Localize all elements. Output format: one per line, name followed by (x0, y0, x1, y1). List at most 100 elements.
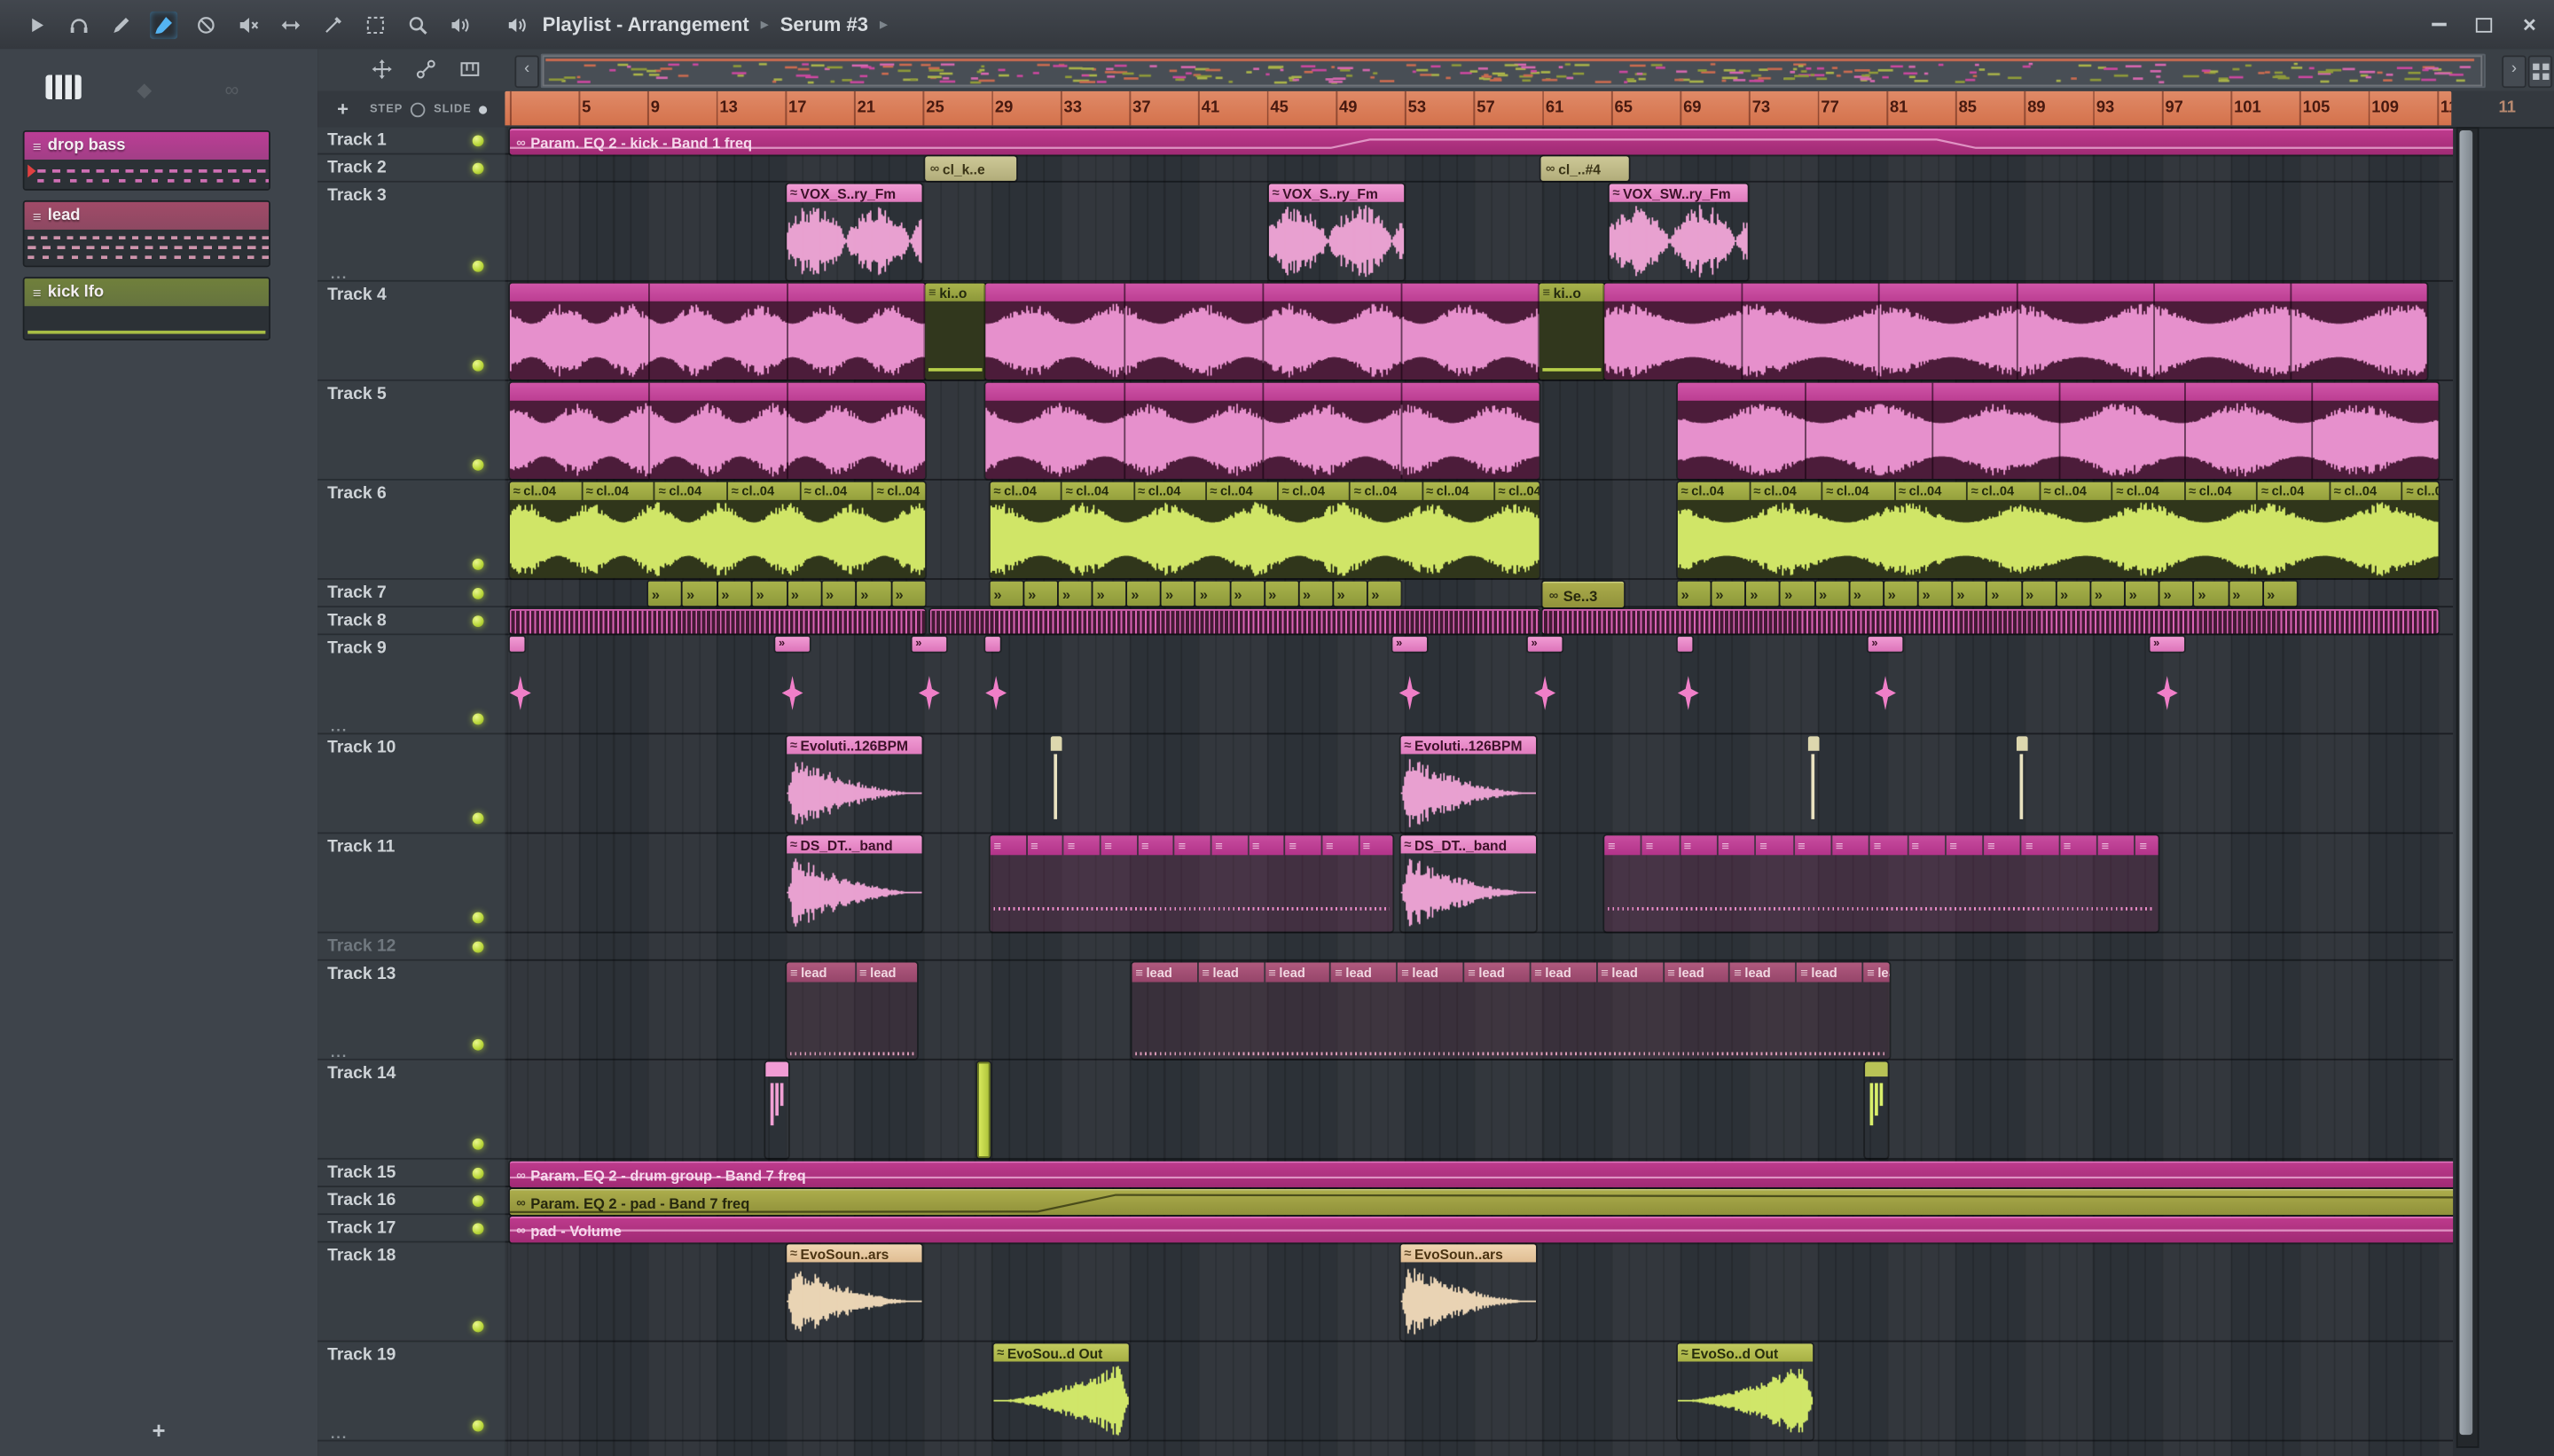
step-clip[interactable]: » (1127, 581, 1161, 607)
pattern-item-header[interactable]: ≡ drop bass (24, 131, 270, 160)
track-row[interactable]: Track 3... (317, 182, 505, 282)
mute-icon[interactable] (234, 11, 262, 38)
delete-icon[interactable] (192, 11, 220, 38)
track-led[interactable] (472, 1320, 484, 1333)
clip-ki-o[interactable]: ≡ ki..o (1539, 283, 1605, 380)
track-resize-handle[interactable]: ... (331, 266, 348, 281)
step-clip[interactable]: » (990, 581, 1023, 607)
step-clip[interactable]: » (822, 581, 856, 607)
step-clip[interactable]: » (1367, 581, 1401, 607)
step-clip[interactable]: » (1299, 581, 1333, 607)
track-row[interactable]: Track 7 (317, 579, 505, 608)
step-clip[interactable]: » (2091, 581, 2125, 607)
track-row[interactable]: Track 1 (317, 127, 505, 155)
track-row[interactable]: Track 15 (317, 1159, 505, 1187)
step-clip[interactable]: » (752, 581, 787, 607)
clip-evoso-d-out[interactable]: ≈ EvoSo..d Out (1677, 1343, 1814, 1440)
clip-wavblock[interactable] (509, 283, 926, 380)
add-track-button[interactable]: + (331, 96, 356, 121)
track-led[interactable] (472, 912, 484, 924)
pattern-item[interactable]: ≡ drop bass (22, 129, 270, 191)
play-icon[interactable] (23, 11, 51, 38)
track-row[interactable]: Track 4 (317, 281, 505, 381)
clip-vox-s-ry-fm[interactable]: ≈ VOX_S..ry_Fm (787, 184, 922, 280)
clip-sparkle[interactable]: » (775, 637, 810, 732)
step-clip[interactable]: » (1815, 581, 1849, 607)
track-led[interactable] (472, 1138, 484, 1150)
track-led[interactable] (472, 161, 484, 174)
clip-cl-04[interactable]: ≈ cl..04 ≈ cl..04 ≈ cl..04 ≈ cl..04 ≈ cl..04 ≈ cl..… (1677, 481, 2439, 579)
vertical-scrollbar[interactable] (2456, 127, 2480, 1448)
clip-thin[interactable] (1807, 736, 1820, 832)
step-clip[interactable]: » (1918, 581, 1952, 607)
track-row[interactable]: Track 13... (317, 960, 505, 1061)
track-led[interactable] (472, 940, 484, 952)
track-led[interactable] (472, 1194, 484, 1207)
clip-sparkle[interactable]: » (1527, 637, 1563, 732)
step-clip[interactable]: » (2159, 581, 2193, 607)
playlist-grid[interactable]: ∞ Param. EQ 2 - kick - Band 1 freq ∞ cl_k..… (505, 127, 2454, 1456)
clip-wavblock[interactable] (985, 283, 1539, 380)
clip-sparkle[interactable]: » (2150, 637, 2185, 732)
clip-mini[interactable] (765, 1061, 788, 1158)
track-resize-handle[interactable]: ... (331, 719, 348, 734)
pattern-item[interactable]: ≡ lead (22, 200, 270, 268)
clip-param-eq-2-pad-band-7-freq[interactable]: ∞ Param. EQ 2 - pad - Band 7 freq (509, 1188, 2454, 1216)
minimize-button[interactable] (2427, 13, 2450, 36)
clip-ki-o[interactable]: ≡ ki..o (925, 283, 986, 380)
step-clip[interactable]: » (1746, 581, 1780, 607)
clip-pattern[interactable]: ≡≡≡≡≡≡≡≡≡≡≡≡≡≡≡≡ (1604, 835, 2158, 932)
clip-ds-dt-band[interactable]: ≈ DS_DT.._band (1400, 835, 1537, 932)
clip-evoluti-126bpm[interactable]: ≈ Evoluti..126BPM (1400, 736, 1537, 833)
clip-cl-04[interactable]: ≈ cl..04 ≈ cl..04 ≈ cl..04 ≈ cl..04 ≈ cl..04 ≈ cl..… (509, 481, 926, 579)
clip-thin[interactable] (2016, 736, 2028, 832)
view-grid-button[interactable] (2527, 55, 2553, 89)
step-clip[interactable]: » (1162, 581, 1195, 607)
track-row[interactable]: Track 18 (317, 1242, 505, 1342)
step-clip[interactable]: » (1024, 581, 1058, 607)
scroll-left-button[interactable]: ‹ (514, 55, 539, 89)
clip-wavblock[interactable] (985, 382, 1539, 479)
track-led[interactable] (472, 458, 484, 471)
clip-greenbar[interactable] (977, 1061, 991, 1158)
clip-sparkle[interactable]: » (1868, 637, 1903, 732)
step-clip[interactable]: » (1333, 581, 1367, 607)
step-clip[interactable]: » (1987, 581, 2021, 607)
clip-steps[interactable]: »»»»»»»» (648, 581, 926, 607)
clip-stripes[interactable] (509, 608, 926, 634)
clip-cl-04[interactable]: ≈ cl..04 ≈ cl..04 ≈ cl..04 ≈ cl..04 ≈ cl..04 ≈ cl..… (990, 481, 1539, 579)
track-row[interactable]: Track 5 (317, 380, 505, 481)
track-led[interactable] (472, 558, 484, 570)
track-led[interactable] (472, 614, 484, 627)
clip-evosou-d-out[interactable]: ≈ EvoSou..d Out (993, 1343, 1129, 1440)
slip-icon[interactable] (277, 11, 304, 38)
track-resize-handle[interactable]: ... (331, 1045, 348, 1060)
step-clip[interactable]: » (1850, 581, 1884, 607)
step-clip[interactable]: » (683, 581, 717, 607)
clip-cl-4[interactable]: ∞ cl_..#4 (1540, 156, 1629, 181)
track-led[interactable] (472, 134, 484, 146)
clip-evosoun-ars[interactable]: ≈ EvoSoun..ars (1400, 1244, 1537, 1341)
track-row[interactable]: Track 12 (317, 933, 505, 961)
clip-sparkle[interactable]: » (912, 637, 947, 732)
pattern-item[interactable]: ≡ kick lfo (22, 277, 270, 341)
track-row[interactable]: Track 10 (317, 734, 505, 834)
track-row[interactable]: Track 14 (317, 1060, 505, 1160)
scroll-right-button[interactable]: › (2502, 55, 2527, 89)
step-clip[interactable]: » (1059, 581, 1093, 607)
clip-se-3[interactable]: ∞ Se..3 (1542, 581, 1625, 608)
clip-wavblock[interactable] (1677, 382, 2439, 479)
track-led[interactable] (472, 587, 484, 599)
clip-sparkle[interactable] (509, 637, 531, 732)
draw-icon[interactable] (107, 11, 135, 38)
piano-icon[interactable] (458, 57, 482, 82)
track-led[interactable] (472, 1167, 484, 1178)
track-row[interactable]: Track 19... (317, 1342, 505, 1442)
clip-thin[interactable] (1050, 736, 1062, 832)
clip-cl-k-e[interactable]: ∞ cl_k..e (925, 156, 1017, 181)
pattern-item-header[interactable]: ≡ kick lfo (24, 278, 270, 307)
slice-icon[interactable] (319, 11, 347, 38)
picker-add-button[interactable]: + (0, 1417, 317, 1443)
track-led[interactable] (472, 359, 484, 372)
track-row[interactable]: Track 9... (317, 635, 505, 735)
